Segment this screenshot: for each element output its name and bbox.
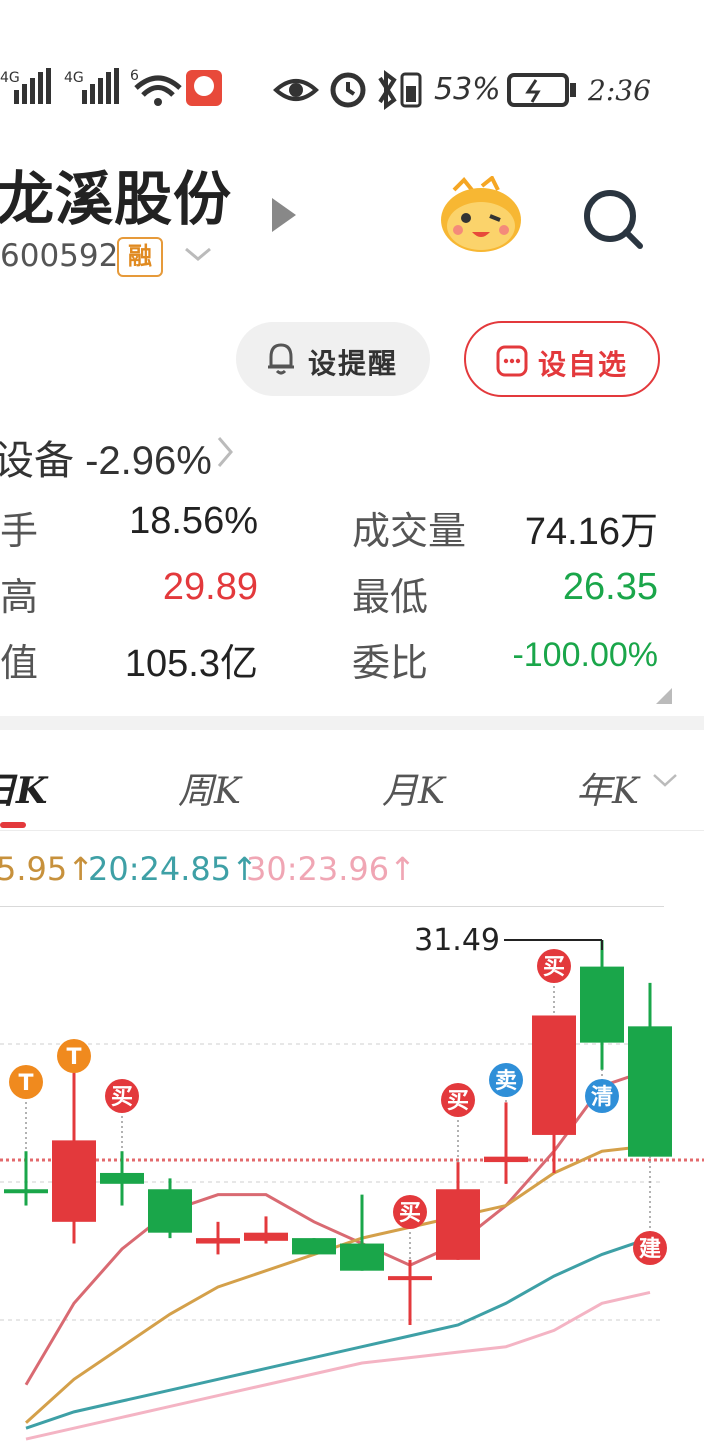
clock: 2:36	[588, 74, 651, 107]
stat-label-high: 高	[0, 577, 39, 619]
section-divider	[0, 716, 704, 730]
ma10-line	[24, 1144, 651, 1424]
stat-value-volume: 74.16万	[524, 511, 658, 553]
stat-label-turnover: 手	[0, 511, 39, 553]
search-icon[interactable]	[580, 186, 646, 252]
signal-badge-label: 买	[447, 1089, 469, 1114]
set-alert-button[interactable]: 设提醒	[236, 322, 430, 396]
signal-badge-label: 建	[639, 1237, 661, 1262]
stock-name: 龙溪股份	[0, 167, 233, 232]
mascot-icon[interactable]	[436, 176, 526, 256]
bell-icon	[268, 343, 294, 375]
candlestick-chart[interactable]: 31.49TT买买买卖买清建	[0, 910, 704, 1446]
more-dots-icon	[496, 345, 528, 377]
sector-change[interactable]: 设备 -2.96%	[0, 428, 212, 486]
signal1-label: 4G	[0, 70, 20, 86]
set-alert-label: 设提醒	[308, 348, 399, 379]
candle-body	[628, 1026, 672, 1157]
stat-value-high: 29.89	[162, 566, 258, 608]
candle-body	[148, 1189, 192, 1233]
candle-body	[244, 1232, 288, 1241]
candle-body	[436, 1189, 480, 1260]
wifi-badge: 6	[130, 68, 139, 84]
margin-badge: 融	[117, 237, 163, 277]
stock-code: 600592	[0, 238, 119, 274]
ma-legend-5: 5.95↑	[0, 850, 95, 888]
chevron-down-icon[interactable]	[652, 772, 678, 790]
signal-badge-label: 卖	[495, 1068, 517, 1094]
stat-value-low: 26.35	[562, 566, 658, 608]
candle-body	[580, 966, 624, 1043]
battery-icon	[507, 73, 576, 107]
tab-separator	[0, 830, 704, 831]
signal-badge-label: 清	[591, 1084, 613, 1110]
stat-label-low: 最低	[352, 577, 429, 619]
signal-badge-label: T	[66, 1045, 81, 1070]
signal-badge-label: 买	[111, 1085, 133, 1110]
tab-weekly[interactable]: 周K	[178, 762, 241, 814]
stat-value-turnover: 18.56%	[129, 500, 258, 542]
candle-body	[196, 1238, 240, 1244]
signal-badge-label: 买	[543, 955, 565, 980]
active-tab-indicator	[0, 822, 26, 828]
signal2-label: 4G	[64, 70, 84, 86]
play-icon[interactable]	[270, 196, 298, 234]
stat-label-market-cap: 值	[0, 643, 39, 685]
candle-body	[340, 1243, 384, 1271]
candle-body	[52, 1140, 96, 1222]
tab-monthly[interactable]: 月K	[382, 762, 445, 814]
candle-body	[4, 1189, 48, 1194]
chevron-right-icon[interactable]	[214, 434, 236, 470]
signal-badge-label: T	[18, 1071, 33, 1096]
candle-body	[484, 1156, 528, 1163]
add-watchlist-label: 设自选	[538, 349, 629, 380]
candle-body	[388, 1276, 432, 1281]
chevron-down-icon[interactable]	[184, 244, 212, 264]
candle-body	[100, 1172, 144, 1184]
stat-value-market-cap: 105.3亿	[124, 643, 258, 685]
status-icons	[273, 70, 422, 110]
stat-value-order-ratio: -100.00%	[512, 636, 658, 674]
stat-label-order-ratio: 委比	[352, 643, 429, 685]
ma-legend-30: 30:23.96↑	[246, 850, 416, 888]
add-watchlist-button[interactable]: 设自选	[464, 321, 660, 397]
high-marker-label: 31.49	[414, 923, 500, 958]
tab-yearly[interactable]: 年K	[576, 762, 639, 814]
signal-badge-label: 买	[399, 1201, 421, 1226]
stat-label-volume: 成交量	[352, 511, 467, 553]
tab-daily[interactable]: 日K	[0, 762, 47, 814]
candle-body	[292, 1238, 336, 1255]
ma20-line	[25, 1236, 651, 1430]
bluetooth-icon	[378, 70, 397, 110]
ma30-line	[25, 1290, 651, 1441]
candle-body	[532, 1015, 576, 1135]
battery-percent: 53%	[434, 72, 501, 107]
ma-legend-20: 20:24.85↑	[88, 850, 258, 888]
legend-divider	[0, 906, 664, 907]
signal-icon	[14, 68, 222, 106]
expand-corner-icon[interactable]	[654, 686, 674, 706]
